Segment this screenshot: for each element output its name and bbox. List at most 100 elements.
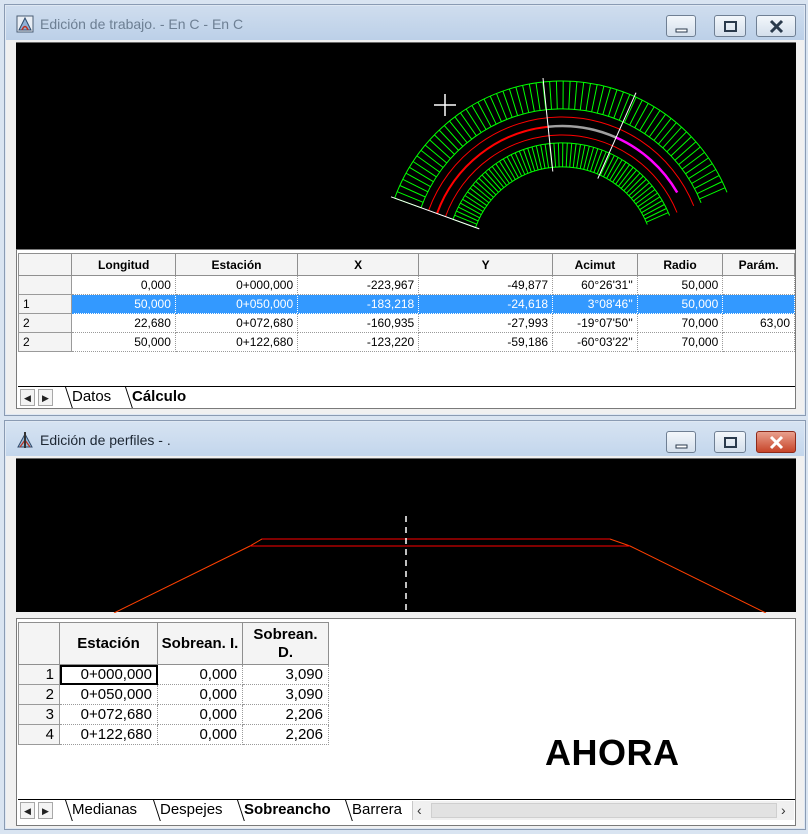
column-header[interactable]: Estación	[174, 253, 299, 276]
table-row[interactable]: 1 0+000,000 0,000 3,090	[18, 664, 329, 685]
table-cell[interactable]: 22,680	[71, 313, 176, 333]
widening-grid[interactable]: Estación Sobrean. I. Sobrean. D. 1 0+000…	[18, 622, 329, 745]
row-header[interactable]: 1	[17, 294, 73, 314]
table-row[interactable]: 0,000 0+000,000 -223,967 -49,877 60°26'3…	[17, 275, 795, 295]
table-cell[interactable]: 50,000	[71, 294, 176, 314]
table-row[interactable]: 2 22,680 0+072,680 -160,935 -27,993 -19°…	[17, 313, 795, 333]
table-cell[interactable]: -27,993	[418, 313, 554, 333]
table-cell[interactable]: 0,000	[71, 275, 176, 295]
scroll-right-icon[interactable]: ›	[781, 802, 786, 818]
column-header[interactable]: Longitud	[71, 253, 176, 276]
table-cell[interactable]: 3,090	[242, 664, 329, 685]
table-row[interactable]: 2 0+050,000 0,000 3,090	[18, 684, 329, 705]
table-row-selected[interactable]: 1 50,000 0+050,000 -183,218 -24,618 3°08…	[17, 294, 795, 314]
table-cell[interactable]: -183,218	[297, 294, 420, 314]
edge-hatch-line	[591, 84, 598, 113]
row-header[interactable]: 1	[18, 664, 60, 685]
calculation-grid[interactable]: Longitud Estación X Y Acimut Radio Parám…	[17, 253, 795, 352]
table-cell[interactable]: -19°07'50''	[552, 313, 638, 333]
plan-view-canvas[interactable]	[16, 42, 796, 266]
row-header[interactable]	[17, 275, 73, 295]
table-cell[interactable]: -160,935	[297, 313, 420, 333]
edge-hatch-line	[454, 214, 477, 225]
table-cell[interactable]: -59,186	[418, 332, 554, 352]
table-cell[interactable]: 70,000	[636, 313, 724, 333]
maximize-button[interactable]	[714, 15, 746, 37]
table-cell[interactable]: 50,000	[636, 294, 724, 314]
tab-despejes[interactable]: Despejes	[156, 800, 227, 821]
scroll-left-icon[interactable]: ‹	[417, 802, 422, 818]
table-cell[interactable]: 3°08'46''	[552, 294, 638, 314]
cross-section-canvas[interactable]	[16, 458, 796, 614]
edge-hatch-line	[523, 149, 532, 173]
table-cell[interactable]: -24,618	[418, 294, 554, 314]
tab-scroll-left-button[interactable]: ◀	[20, 802, 35, 819]
table-cell[interactable]: -123,220	[297, 332, 420, 352]
tab-scroll-right-button[interactable]: ▶	[38, 802, 53, 819]
close-button[interactable]	[756, 15, 796, 37]
title-bar[interactable]: Edición de trabajo. - En C - En C	[6, 6, 804, 40]
edge-hatch-line	[574, 81, 578, 110]
table-row[interactable]: 2 50,000 0+122,680 -123,220 -59,186 -60°…	[17, 332, 795, 352]
column-header[interactable]: Parám.	[722, 253, 795, 276]
table-cell[interactable]	[722, 275, 795, 295]
edge-hatch-line	[634, 103, 649, 129]
tab-datos[interactable]: Datos	[68, 387, 115, 408]
table-row[interactable]: 3 0+072,680 0,000 2,206	[18, 704, 329, 725]
tab-scroll-right-button[interactable]: ▶	[38, 389, 53, 406]
edge-hatch-line	[599, 153, 611, 176]
edge-hatch-line	[424, 144, 448, 164]
column-header[interactable]: Y	[418, 253, 554, 276]
table-cell[interactable]: 0+050,000	[59, 684, 158, 705]
tab-medianas[interactable]: Medianas	[68, 800, 141, 821]
table-cell[interactable]: 0,000	[157, 704, 243, 725]
row-header[interactable]: 2	[17, 332, 73, 352]
table-cell[interactable]: 0+072,680	[59, 704, 158, 725]
maximize-button[interactable]	[714, 431, 746, 453]
table-row[interactable]: 4 0+122,680 0,000 2,206	[18, 724, 329, 745]
close-button[interactable]	[756, 431, 796, 453]
tab-calculo[interactable]: Cálculo	[128, 387, 191, 408]
minimize-icon	[675, 444, 688, 449]
table-cell[interactable]: 0+122,680	[59, 724, 158, 745]
column-header[interactable]: Radio	[636, 253, 724, 276]
table-cell[interactable]	[722, 332, 795, 352]
table-cell[interactable]: 2,206	[242, 724, 329, 745]
table-cell[interactable]: 0+000,000	[174, 275, 299, 295]
table-cell[interactable]: 0+072,680	[174, 313, 299, 333]
table-cell[interactable]: 50,000	[636, 275, 724, 295]
table-cell[interactable]: -223,967	[297, 275, 420, 295]
row-header[interactable]: 4	[18, 724, 60, 745]
title-bar[interactable]: Edición de perfiles - .	[6, 422, 804, 456]
table-cell[interactable]: 50,000	[71, 332, 176, 352]
row-header[interactable]: 2	[17, 313, 73, 333]
table-cell[interactable]: 3,090	[242, 684, 329, 705]
column-header[interactable]: X	[297, 253, 420, 276]
table-cell[interactable]: 2,206	[242, 704, 329, 725]
column-header[interactable]: Sobrean. D.	[242, 622, 329, 665]
table-cell[interactable]: 0+122,680	[174, 332, 299, 352]
scrollbar-thumb[interactable]	[431, 803, 777, 818]
horizontal-scrollbar[interactable]: ‹ ›	[412, 801, 794, 820]
table-cell[interactable]	[722, 294, 795, 314]
minimize-button[interactable]	[666, 431, 696, 453]
row-header[interactable]: 2	[18, 684, 60, 705]
table-cell[interactable]: 0,000	[157, 684, 243, 705]
table-cell[interactable]: -60°03'22''	[552, 332, 638, 352]
minimize-button[interactable]	[666, 15, 696, 37]
table-cell[interactable]: 60°26'31''	[552, 275, 638, 295]
table-cell-current[interactable]: 0+000,000	[59, 664, 158, 685]
table-cell[interactable]: 0,000	[157, 724, 243, 745]
tab-scroll-left-button[interactable]: ◀	[20, 389, 35, 406]
column-header[interactable]: Estación	[59, 622, 158, 665]
tab-barrera[interactable]: Barrera	[348, 800, 406, 821]
table-cell[interactable]: -49,877	[418, 275, 554, 295]
column-header[interactable]: Sobrean. I.	[157, 622, 243, 665]
table-cell[interactable]: 63,00	[722, 313, 795, 333]
table-cell[interactable]: 70,000	[636, 332, 724, 352]
tab-sobreancho[interactable]: Sobreancho	[240, 800, 335, 821]
row-header[interactable]: 3	[18, 704, 60, 725]
column-header[interactable]: Acimut	[552, 253, 638, 276]
table-cell[interactable]: 0+050,000	[174, 294, 299, 314]
table-cell[interactable]: 0,000	[157, 664, 243, 685]
